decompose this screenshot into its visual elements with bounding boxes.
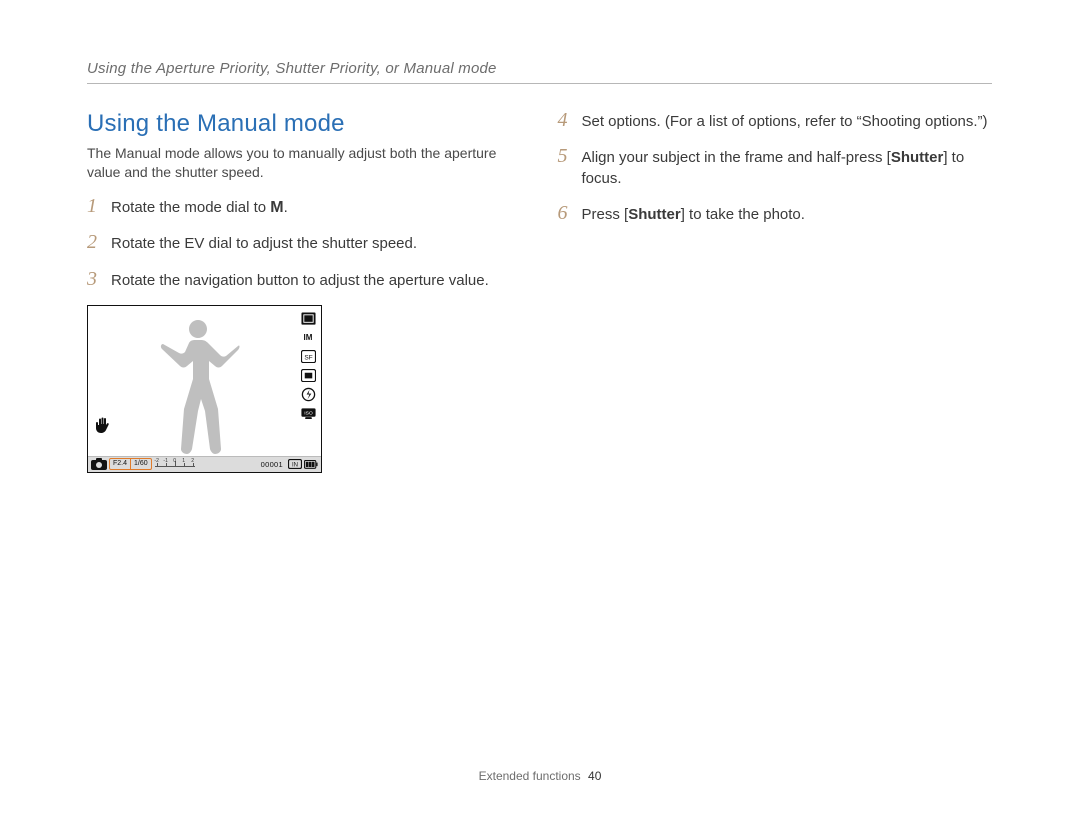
- flash-icon: [301, 388, 316, 401]
- right-column: 4 Set options. (For a list of options, r…: [558, 110, 993, 473]
- steps-list-right: 4 Set options. (For a list of options, r…: [558, 110, 993, 225]
- shutter-value: 1/60: [131, 459, 151, 469]
- step-text: Rotate the navigation button to adjust t…: [111, 271, 489, 291]
- step-number: 3: [87, 269, 111, 289]
- step-text: Align your subject in the frame and half…: [582, 148, 993, 189]
- step-item: 5 Align your subject in the frame and ha…: [558, 146, 993, 189]
- battery-icon: [304, 459, 318, 469]
- step-number: 2: [87, 232, 111, 252]
- lcd-screen: IM SF ISO: [87, 305, 322, 473]
- lcd-status-bar: F2.4 1/60 -2 -1 0 1 2 00001: [88, 456, 321, 472]
- footer-label: Extended functions: [479, 769, 581, 783]
- step-item: 3 Rotate the navigation button to adjust…: [87, 269, 522, 291]
- shutter-keyword: Shutter: [891, 149, 944, 166]
- step-text-fragment: Press [: [582, 206, 629, 223]
- step-text-fragment: Align your subject in the frame and half…: [582, 149, 891, 166]
- shutter-keyword: Shutter: [628, 206, 681, 223]
- step-item: 6 Press [Shutter] to take the photo.: [558, 203, 993, 225]
- iso-icon: ISO: [301, 407, 316, 420]
- exposure-readout: F2.4 1/60: [109, 458, 152, 470]
- step-text: Rotate the mode dial to M.: [111, 197, 288, 219]
- size-im-icon: IM: [301, 331, 316, 344]
- step-text: Press [Shutter] to take the photo.: [582, 205, 805, 225]
- step-number: 4: [558, 110, 582, 130]
- left-column: Using the Manual mode The Manual mode al…: [87, 110, 522, 473]
- page-footer: Extended functions 40: [0, 769, 1080, 783]
- lcd-viewport: IM SF ISO: [88, 306, 321, 456]
- ev-scale: -2 -1 0 1 2: [155, 459, 195, 469]
- two-column-layout: Using the Manual mode The Manual mode al…: [87, 110, 992, 473]
- svg-text:IN: IN: [292, 463, 298, 469]
- step-item: 2 Rotate the EV dial to adjust the shutt…: [87, 232, 522, 254]
- camera-icon: [91, 458, 107, 470]
- step-text: Set options. (For a list of options, ref…: [582, 112, 988, 132]
- step-number: 1: [87, 196, 111, 216]
- image-stabilization-icon: [94, 416, 110, 434]
- step-number: 6: [558, 203, 582, 223]
- quality-sf-icon: SF: [301, 350, 316, 363]
- breadcrumb: Using the Aperture Priority, Shutter Pri…: [87, 60, 992, 84]
- shots-remaining: 00001: [261, 460, 283, 469]
- aperture-value: F2.4: [110, 459, 131, 469]
- section-intro: The Manual mode allows you to manually a…: [87, 144, 522, 182]
- drive-icon: [301, 369, 316, 382]
- step-item: 4 Set options. (For a list of options, r…: [558, 110, 993, 132]
- step-text-fragment: .: [284, 199, 288, 216]
- manual-page: Using the Aperture Priority, Shutter Pri…: [87, 60, 992, 473]
- section-title: Using the Manual mode: [87, 110, 522, 138]
- step-text: Rotate the EV dial to adjust the shutter…: [111, 234, 417, 254]
- step-number: 5: [558, 146, 582, 166]
- steps-list-left: 1 Rotate the mode dial to M. 2 Rotate th…: [87, 196, 522, 291]
- lcd-right-icon-column: IM SF ISO: [299, 312, 317, 420]
- page-number: 40: [588, 769, 601, 783]
- memory-icon: IN: [288, 459, 302, 469]
- subject-silhouette-icon: [150, 314, 246, 456]
- step-text-fragment: Rotate the mode dial to: [111, 199, 270, 216]
- lcd-preview: IM SF ISO: [87, 305, 322, 473]
- metering-icon: [301, 312, 316, 325]
- step-text-fragment: ] to take the photo.: [681, 206, 805, 223]
- step-item: 1 Rotate the mode dial to M.: [87, 196, 522, 219]
- mode-m-icon: M: [270, 197, 283, 219]
- svg-text:ISO: ISO: [304, 410, 313, 416]
- svg-text:SF: SF: [304, 354, 312, 361]
